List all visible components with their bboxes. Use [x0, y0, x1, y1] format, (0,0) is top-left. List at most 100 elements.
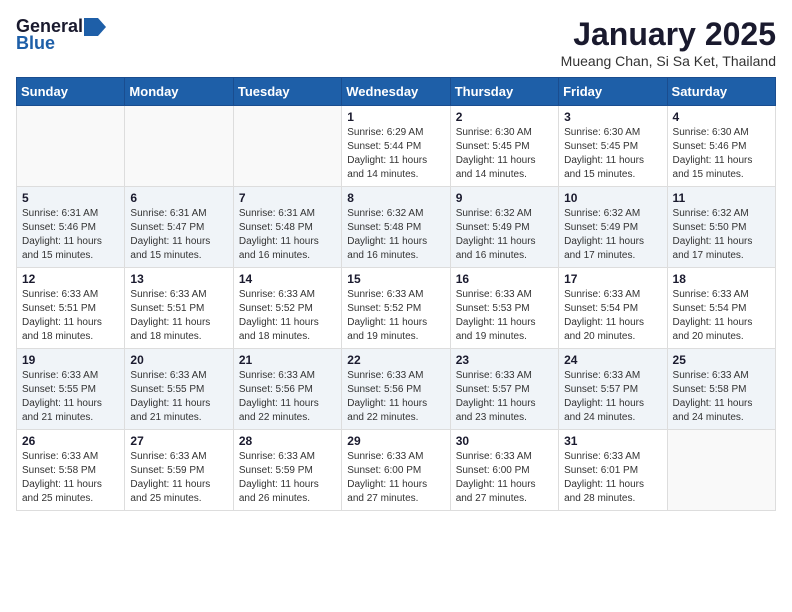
day-number: 28: [239, 434, 336, 448]
day-info: Sunrise: 6:31 AM Sunset: 5:47 PM Dayligh…: [130, 207, 227, 263]
calendar-cell: 27 Sunrise: 6:33 AM Sunset: 5:59 PM Dayli…: [125, 430, 233, 511]
day-info: Sunrise: 6:33 AM Sunset: 5:55 PM Dayligh…: [130, 369, 227, 425]
calendar-week-row: 12 Sunrise: 6:33 AM Sunset: 5:51 PM Dayli…: [17, 268, 776, 349]
day-number: 7: [239, 191, 336, 205]
page-title: January 2025: [561, 16, 776, 53]
day-info: Sunrise: 6:33 AM Sunset: 5:51 PM Dayligh…: [130, 288, 227, 344]
day-info: Sunrise: 6:33 AM Sunset: 5:56 PM Dayligh…: [239, 369, 336, 425]
calendar-cell: 12 Sunrise: 6:33 AM Sunset: 5:51 PM Dayli…: [17, 268, 125, 349]
page-header: General Blue January 2025 Mueang Chan, S…: [16, 16, 776, 69]
day-number: 19: [22, 353, 119, 367]
day-number: 16: [456, 272, 553, 286]
day-info: Sunrise: 6:33 AM Sunset: 6:01 PM Dayligh…: [564, 450, 661, 506]
day-info: Sunrise: 6:33 AM Sunset: 5:57 PM Dayligh…: [564, 369, 661, 425]
day-number: 2: [456, 110, 553, 124]
calendar-cell: 25Sunrise: 6:33 AM Sunset: 5:58 PM Dayli…: [667, 349, 775, 430]
day-info: Sunrise: 6:32 AM Sunset: 5:50 PM Dayligh…: [673, 207, 770, 263]
day-info: Sunrise: 6:33 AM Sunset: 5:59 PM Dayligh…: [130, 450, 227, 506]
day-number: 13: [130, 272, 227, 286]
calendar-week-row: 26Sunrise: 6:33 AM Sunset: 5:58 PM Dayli…: [17, 430, 776, 511]
calendar-header-thursday: Thursday: [450, 78, 558, 106]
page-subtitle: Mueang Chan, Si Sa Ket, Thailand: [561, 53, 776, 69]
calendar-cell: 13 Sunrise: 6:33 AM Sunset: 5:51 PM Dayli…: [125, 268, 233, 349]
calendar-cell: [17, 106, 125, 187]
day-number: 29: [347, 434, 444, 448]
calendar-week-row: 5Sunrise: 6:31 AM Sunset: 5:46 PM Daylig…: [17, 187, 776, 268]
day-number: 25: [673, 353, 770, 367]
calendar-cell: 18Sunrise: 6:33 AM Sunset: 5:54 PM Dayli…: [667, 268, 775, 349]
day-info: Sunrise: 6:33 AM Sunset: 5:54 PM Dayligh…: [564, 288, 661, 344]
title-section: January 2025 Mueang Chan, Si Sa Ket, Tha…: [561, 16, 776, 69]
day-number: 27: [130, 434, 227, 448]
day-info: Sunrise: 6:33 AM Sunset: 5:55 PM Dayligh…: [22, 369, 119, 425]
day-info: Sunrise: 6:29 AM Sunset: 5:44 PM Dayligh…: [347, 126, 444, 182]
calendar-cell: 9 Sunrise: 6:32 AM Sunset: 5:49 PM Daylig…: [450, 187, 558, 268]
day-info: Sunrise: 6:33 AM Sunset: 5:58 PM Dayligh…: [22, 450, 119, 506]
calendar-cell: 2 Sunrise: 6:30 AM Sunset: 5:45 PM Daylig…: [450, 106, 558, 187]
calendar-cell: 7 Sunrise: 6:31 AM Sunset: 5:48 PM Daylig…: [233, 187, 341, 268]
day-number: 4: [673, 110, 770, 124]
calendar-cell: 29 Sunrise: 6:33 AM Sunset: 6:00 PM Dayli…: [342, 430, 450, 511]
calendar-cell: 4 Sunrise: 6:30 AM Sunset: 5:46 PM Daylig…: [667, 106, 775, 187]
day-number: 6: [130, 191, 227, 205]
logo-blue-text: Blue: [16, 33, 55, 54]
day-info: Sunrise: 6:30 AM Sunset: 5:45 PM Dayligh…: [456, 126, 553, 182]
calendar-cell: 17Sunrise: 6:33 AM Sunset: 5:54 PM Dayli…: [559, 268, 667, 349]
calendar-cell: 14Sunrise: 6:33 AM Sunset: 5:52 PM Dayli…: [233, 268, 341, 349]
day-number: 9: [456, 191, 553, 205]
day-number: 20: [130, 353, 227, 367]
day-info: Sunrise: 6:30 AM Sunset: 5:45 PM Dayligh…: [564, 126, 661, 182]
day-number: 10: [564, 191, 661, 205]
day-info: Sunrise: 6:33 AM Sunset: 5:56 PM Dayligh…: [347, 369, 444, 425]
day-number: 23: [456, 353, 553, 367]
day-info: Sunrise: 6:33 AM Sunset: 5:59 PM Dayligh…: [239, 450, 336, 506]
day-number: 5: [22, 191, 119, 205]
day-number: 15: [347, 272, 444, 286]
day-info: Sunrise: 6:33 AM Sunset: 5:54 PM Dayligh…: [673, 288, 770, 344]
calendar-cell: 28 Sunrise: 6:33 AM Sunset: 5:59 PM Dayli…: [233, 430, 341, 511]
day-number: 11: [673, 191, 770, 205]
calendar-cell: 1 Sunrise: 6:29 AM Sunset: 5:44 PM Daylig…: [342, 106, 450, 187]
day-number: 22: [347, 353, 444, 367]
logo: General Blue: [16, 16, 106, 54]
day-info: Sunrise: 6:31 AM Sunset: 5:48 PM Dayligh…: [239, 207, 336, 263]
calendar-header-tuesday: Tuesday: [233, 78, 341, 106]
day-number: 1: [347, 110, 444, 124]
day-info: Sunrise: 6:33 AM Sunset: 5:53 PM Dayligh…: [456, 288, 553, 344]
day-number: 30: [456, 434, 553, 448]
calendar-cell: [125, 106, 233, 187]
day-info: Sunrise: 6:32 AM Sunset: 5:48 PM Dayligh…: [347, 207, 444, 263]
calendar-header-row: SundayMondayTuesdayWednesdayThursdayFrid…: [17, 78, 776, 106]
calendar-cell: 30 Sunrise: 6:33 AM Sunset: 6:00 PM Dayli…: [450, 430, 558, 511]
calendar-table: SundayMondayTuesdayWednesdayThursdayFrid…: [16, 77, 776, 511]
day-info: Sunrise: 6:33 AM Sunset: 6:00 PM Dayligh…: [347, 450, 444, 506]
day-info: Sunrise: 6:33 AM Sunset: 6:00 PM Dayligh…: [456, 450, 553, 506]
day-info: Sunrise: 6:32 AM Sunset: 5:49 PM Dayligh…: [456, 207, 553, 263]
calendar-cell: 23 Sunrise: 6:33 AM Sunset: 5:57 PM Dayli…: [450, 349, 558, 430]
calendar-cell: 26Sunrise: 6:33 AM Sunset: 5:58 PM Dayli…: [17, 430, 125, 511]
day-number: 31: [564, 434, 661, 448]
logo-flag-icon: [84, 18, 106, 36]
calendar-cell: 5Sunrise: 6:31 AM Sunset: 5:46 PM Daylig…: [17, 187, 125, 268]
calendar-cell: 8 Sunrise: 6:32 AM Sunset: 5:48 PM Daylig…: [342, 187, 450, 268]
day-info: Sunrise: 6:30 AM Sunset: 5:46 PM Dayligh…: [673, 126, 770, 182]
calendar-cell: 11 Sunrise: 6:32 AM Sunset: 5:50 PM Dayli…: [667, 187, 775, 268]
calendar-cell: 21Sunrise: 6:33 AM Sunset: 5:56 PM Dayli…: [233, 349, 341, 430]
calendar-cell: 16 Sunrise: 6:33 AM Sunset: 5:53 PM Dayli…: [450, 268, 558, 349]
day-info: Sunrise: 6:33 AM Sunset: 5:52 PM Dayligh…: [347, 288, 444, 344]
calendar-header-wednesday: Wednesday: [342, 78, 450, 106]
day-info: Sunrise: 6:33 AM Sunset: 5:51 PM Dayligh…: [22, 288, 119, 344]
calendar-header-saturday: Saturday: [667, 78, 775, 106]
calendar-cell: [667, 430, 775, 511]
calendar-header-sunday: Sunday: [17, 78, 125, 106]
calendar-header-monday: Monday: [125, 78, 233, 106]
day-number: 12: [22, 272, 119, 286]
calendar-header-friday: Friday: [559, 78, 667, 106]
day-info: Sunrise: 6:33 AM Sunset: 5:57 PM Dayligh…: [456, 369, 553, 425]
calendar-cell: 24Sunrise: 6:33 AM Sunset: 5:57 PM Dayli…: [559, 349, 667, 430]
calendar-cell: 3Sunrise: 6:30 AM Sunset: 5:45 PM Daylig…: [559, 106, 667, 187]
calendar-cell: 6 Sunrise: 6:31 AM Sunset: 5:47 PM Daylig…: [125, 187, 233, 268]
day-info: Sunrise: 6:32 AM Sunset: 5:49 PM Dayligh…: [564, 207, 661, 263]
day-number: 8: [347, 191, 444, 205]
calendar-cell: 20 Sunrise: 6:33 AM Sunset: 5:55 PM Dayli…: [125, 349, 233, 430]
